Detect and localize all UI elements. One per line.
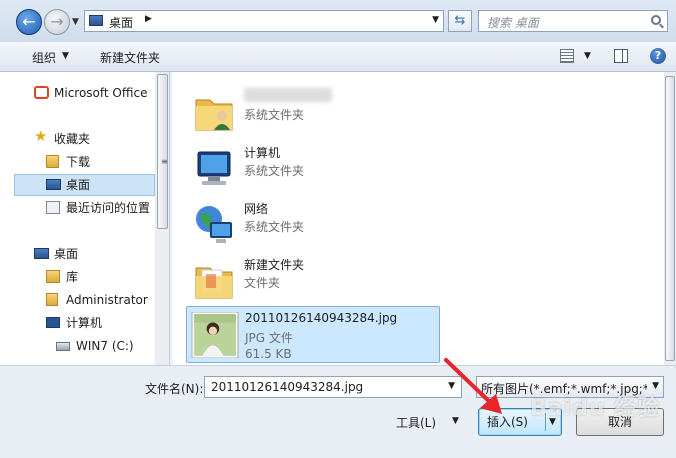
user-folder-icon [195, 99, 233, 131]
search-icon[interactable] [651, 15, 661, 25]
filename-input[interactable]: 20110126140943284.jpg ▼ [204, 376, 462, 398]
filename-value[interactable]: 20110126140943284.jpg [211, 380, 363, 394]
library-icon [46, 270, 60, 283]
file-item-new-folder[interactable]: 新建文件夹 文件夹 [186, 252, 440, 308]
file-type: 系统文件夹 [244, 108, 305, 122]
grip-icon: ≡ [161, 157, 168, 166]
nav-item-label: Administrator [66, 293, 148, 307]
nav-item-label: WIN7 (C:) [76, 339, 134, 353]
nav-item-label: 库 [66, 270, 79, 284]
file-size: 61.5 KB [245, 347, 292, 361]
new-folder-button[interactable]: 新建文件夹 [100, 49, 160, 66]
file-name: 新建文件夹 [244, 258, 305, 272]
download-folder-icon [46, 155, 59, 168]
file-item-selected-jpg[interactable]: 20110126140943284.jpg JPG 文件 61.5 KB [186, 306, 440, 363]
computer-icon [46, 317, 60, 328]
navigation-pane: Microsoft Office ★ 收藏夹 下载 桌面 最近访问的位置 桌面 … [0, 72, 170, 365]
file-name: 计算机 [244, 146, 281, 160]
address-location[interactable]: 桌面 [109, 14, 133, 31]
refresh-button[interactable]: ⇆ [448, 10, 472, 32]
back-button[interactable]: ← [16, 9, 42, 35]
watermark-text: Baidu 经验 [530, 396, 661, 421]
organize-dropdown-icon[interactable]: ▼ [62, 51, 69, 61]
image-thumbnail [191, 312, 239, 358]
file-name-blurred [244, 88, 332, 102]
filename-label: 文件名(N): [145, 382, 204, 396]
desktop-icon [46, 179, 61, 190]
recent-pages-chevron-icon[interactable]: ▼ [72, 17, 79, 27]
nav-item-label: Microsoft Office [54, 86, 148, 100]
star-icon: ★ [34, 127, 48, 145]
nav-item-label: 桌面 [66, 178, 91, 192]
recent-places-icon [46, 201, 60, 214]
nav-item-label: 桌面 [54, 247, 79, 261]
file-type: 系统文件夹 [244, 220, 305, 234]
red-annotation-arrow-icon [444, 358, 502, 414]
nav-item-label: 最近访问的位置 [66, 201, 151, 215]
file-name: 网络 [244, 202, 269, 216]
nav-item-label: 下载 [66, 155, 91, 169]
help-icon[interactable]: ? [650, 48, 666, 64]
tools-button[interactable]: 工具(L) [396, 414, 436, 431]
nav-item-label: 计算机 [66, 316, 103, 330]
command-toolbar: 组织 ▼ 新建文件夹 ▼ ? [0, 42, 676, 72]
file-type: 文件夹 [244, 276, 281, 290]
scrollbar-thumb[interactable] [665, 76, 675, 361]
search-placeholder: 搜索 桌面 [487, 16, 539, 30]
network-icon [196, 206, 232, 243]
address-bar-area: ← → ▼ 桌面 ▶ ▼ ⇆ 搜索 桌面 [0, 0, 676, 42]
search-input[interactable]: 搜索 桌面 [478, 10, 668, 32]
desktop-icon [34, 248, 49, 259]
file-item-computer[interactable]: 计算机 系统文件夹 [186, 140, 440, 196]
nav-item-label: 收藏夹 [54, 132, 91, 146]
file-item-user-folder[interactable]: 系统文件夹 [186, 84, 440, 140]
desktop-icon [89, 15, 103, 26]
forward-button[interactable]: → [44, 9, 70, 35]
office-icon [34, 86, 49, 99]
file-name: 20110126140943284.jpg [245, 311, 398, 325]
file-item-network[interactable]: 网络 系统文件夹 [186, 196, 440, 252]
preview-pane-icon[interactable] [614, 49, 628, 63]
file-type: 系统文件夹 [244, 164, 305, 178]
organize-button[interactable]: 组织 [32, 49, 56, 66]
address-field[interactable]: 桌面 ▶ ▼ [84, 10, 444, 32]
scrollbar-thumb[interactable]: ≡ [157, 74, 168, 229]
view-dropdown-icon[interactable]: ▼ [584, 51, 591, 61]
computer-icon [197, 151, 231, 185]
breadcrumb-chevron-icon[interactable]: ▶ [145, 14, 152, 24]
file-list-scrollbar[interactable] [664, 72, 676, 365]
user-folder-icon [46, 293, 58, 306]
address-dropdown-icon[interactable]: ▼ [432, 15, 439, 25]
file-type: JPG 文件 [245, 331, 293, 345]
navigation-scrollbar[interactable]: ≡ [155, 72, 169, 365]
change-view-icon[interactable] [560, 49, 574, 63]
drive-icon [56, 342, 70, 351]
folder-icon [195, 267, 233, 299]
file-list: 系统文件夹 计算机 系统文件夹 网络 系统文件夹 新建文件夹 文件夹 20110… [172, 72, 676, 365]
